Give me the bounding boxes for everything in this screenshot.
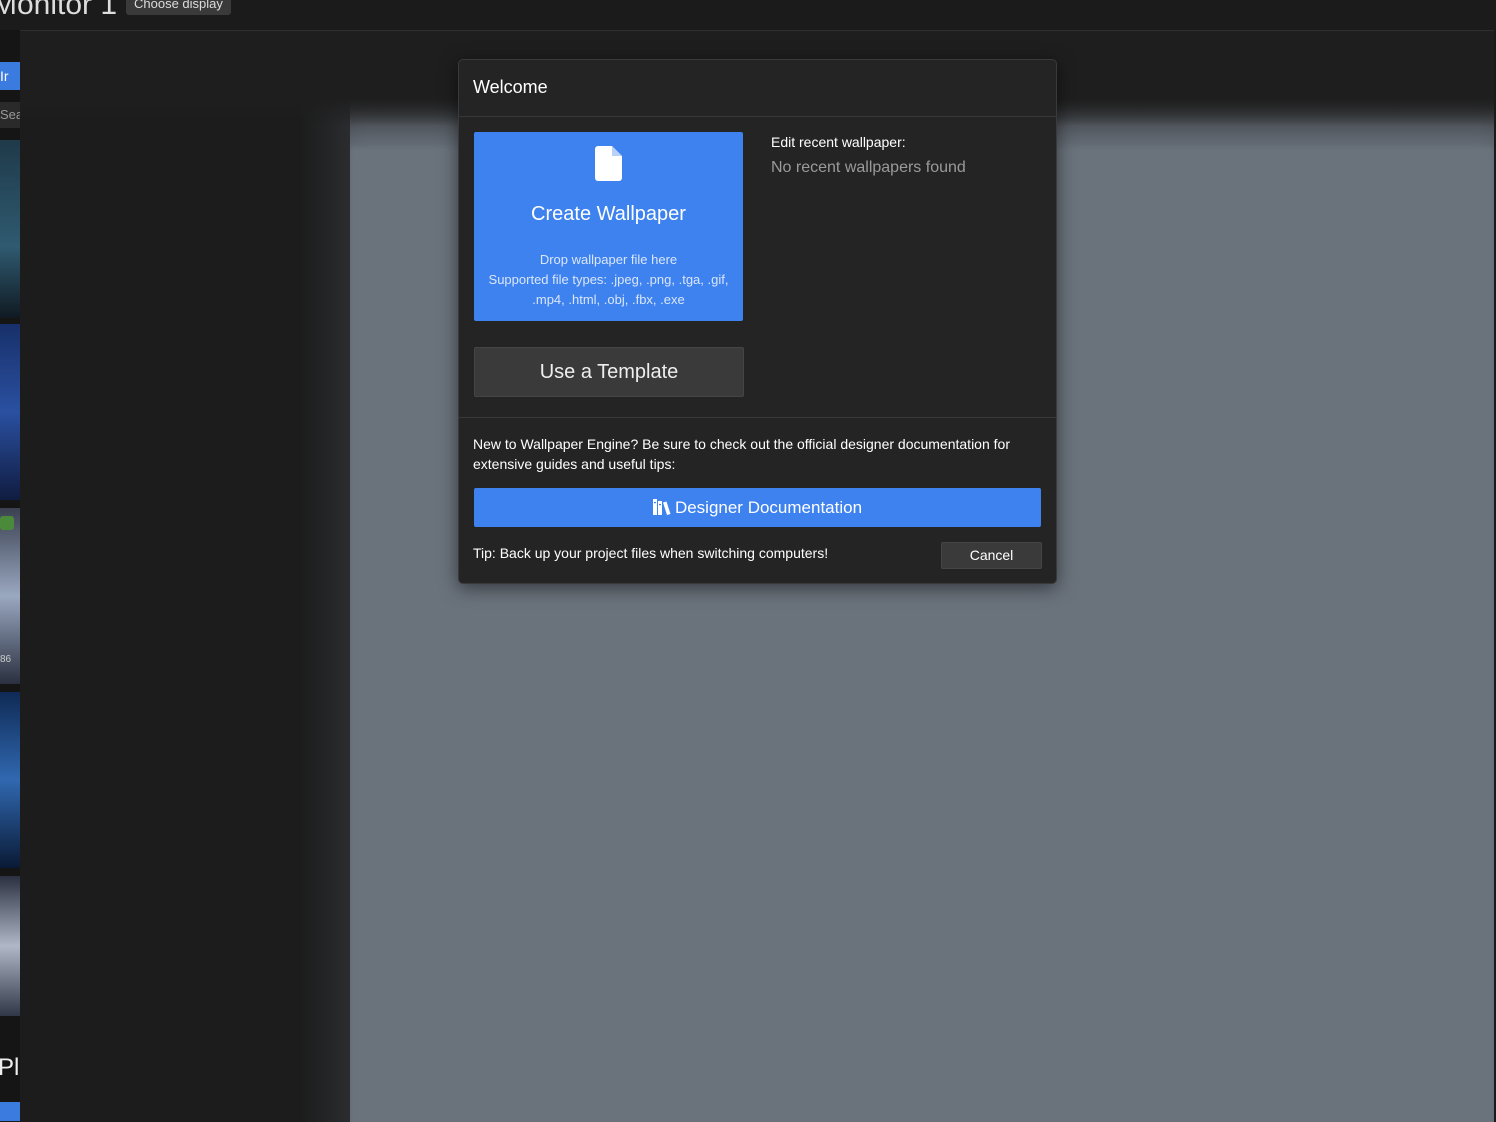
dialog-header: Welcome xyxy=(459,60,1056,117)
file-icon xyxy=(595,146,622,181)
cancel-button[interactable]: Cancel xyxy=(941,542,1042,569)
badge-icon xyxy=(0,516,14,530)
wallpaper-browser-sidebar: Ir Sea 86 Pla xyxy=(0,30,20,1121)
wallpaper-thumbnail[interactable] xyxy=(0,324,20,500)
thumbnail-count: 86 xyxy=(0,654,12,665)
wallpaper-thumbnail[interactable] xyxy=(0,876,20,1016)
designer-documentation-label: Designer Documentation xyxy=(674,498,863,517)
drop-zone-text: Drop wallpaper file here Supported file … xyxy=(486,250,731,310)
installed-tab[interactable]: Ir xyxy=(0,62,20,90)
use-template-button[interactable]: Use a Template xyxy=(474,347,744,397)
dialog-title: Welcome xyxy=(473,77,548,97)
tip-text: Tip: Back up your project files when swi… xyxy=(473,545,829,561)
drop-hint: Drop wallpaper file here xyxy=(539,252,678,267)
wallpaper-thumbnail[interactable] xyxy=(0,692,20,868)
welcome-dialog: Welcome Create Wallpaper Drop wallpaper … xyxy=(458,59,1057,584)
documentation-info: New to Wallpaper Engine? Be sure to chec… xyxy=(473,436,1010,472)
section-heading: Pla xyxy=(0,1054,20,1081)
sidebar-action-button[interactable] xyxy=(0,1102,20,1121)
editor-left-panel xyxy=(20,31,350,1122)
monitor-title: Monitor 1 xyxy=(0,0,118,21)
choose-display-button[interactable]: Choose display xyxy=(126,0,231,15)
divider xyxy=(459,417,1056,418)
designer-documentation-button[interactable]: Designer Documentation xyxy=(474,488,1041,527)
create-wallpaper-title: Create Wallpaper xyxy=(531,203,686,225)
wallpaper-thumbnail[interactable] xyxy=(0,140,20,318)
create-wallpaper-button[interactable]: Create Wallpaper Drop wallpaper file her… xyxy=(474,132,743,321)
books-icon xyxy=(652,499,671,515)
recent-wallpaper-label: Edit recent wallpaper: xyxy=(771,134,906,150)
top-bar: Monitor 1 Choose display xyxy=(0,0,1496,30)
search-input[interactable]: Sea xyxy=(0,102,20,128)
no-recent-message: No recent wallpapers found xyxy=(771,159,966,176)
supported-file-types: Supported file types: .jpeg, .png, .tga,… xyxy=(488,272,729,307)
